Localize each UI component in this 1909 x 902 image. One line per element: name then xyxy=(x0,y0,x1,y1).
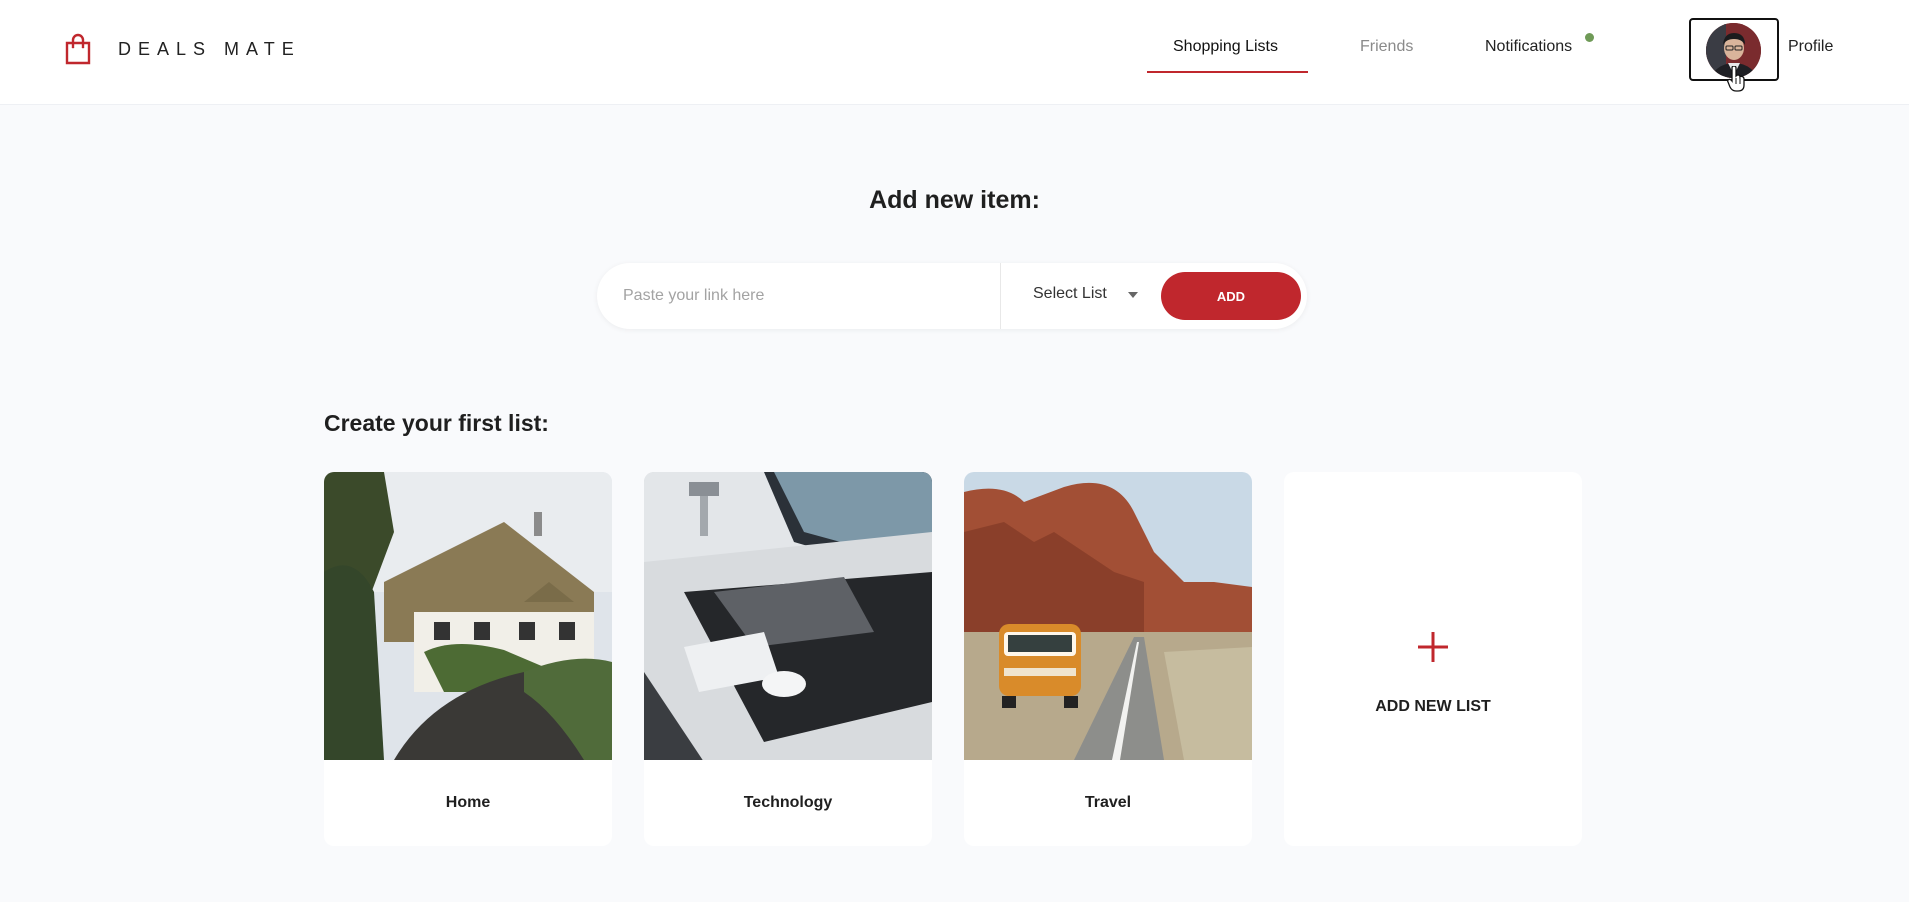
nav-notifications[interactable]: Notifications xyxy=(1485,38,1572,56)
cottage-photo xyxy=(324,472,612,760)
divider xyxy=(1000,263,1001,329)
nav-shopping-lists[interactable]: Shopping Lists xyxy=(1173,38,1278,56)
list-card-label: Home xyxy=(445,794,491,811)
top-header: DEALS MATE Shopping Lists Friends Notifi… xyxy=(0,0,1909,105)
desert-van-photo xyxy=(964,472,1252,760)
list-card-home[interactable]: Home xyxy=(324,472,612,846)
link-input[interactable] xyxy=(623,283,963,309)
desk-setup-photo xyxy=(644,472,932,760)
list-card-travel[interactable]: Travel xyxy=(964,472,1252,846)
brand-name: DEALS MATE xyxy=(118,38,301,59)
shopping-bag-icon xyxy=(65,33,91,65)
add-button[interactable]: ADD xyxy=(1161,272,1301,320)
add-new-list-label: ADD NEW LIST xyxy=(1375,698,1491,715)
add-item-title: Add new item: xyxy=(869,186,1040,214)
add-new-list-card[interactable]: ADD NEW LIST xyxy=(1284,472,1582,846)
caret-down-icon[interactable] xyxy=(1128,292,1138,298)
list-card-label: Technology xyxy=(743,794,833,811)
select-list-dropdown[interactable]: Select List xyxy=(1033,285,1107,303)
nav-profile[interactable]: Profile xyxy=(1788,38,1833,56)
hand-cursor-icon xyxy=(1727,66,1745,92)
lists-title: Create your first list: xyxy=(324,410,549,436)
list-card-label: Travel xyxy=(1084,794,1132,811)
add-item-bar: Select List ADD xyxy=(597,263,1307,329)
brand-logo[interactable]: DEALS MATE xyxy=(64,33,301,65)
active-nav-indicator xyxy=(1147,71,1308,73)
list-card-technology[interactable]: Technology xyxy=(644,472,932,846)
nav-friends[interactable]: Friends xyxy=(1360,38,1413,56)
plus-icon xyxy=(1418,632,1448,662)
notification-dot xyxy=(1585,33,1594,42)
